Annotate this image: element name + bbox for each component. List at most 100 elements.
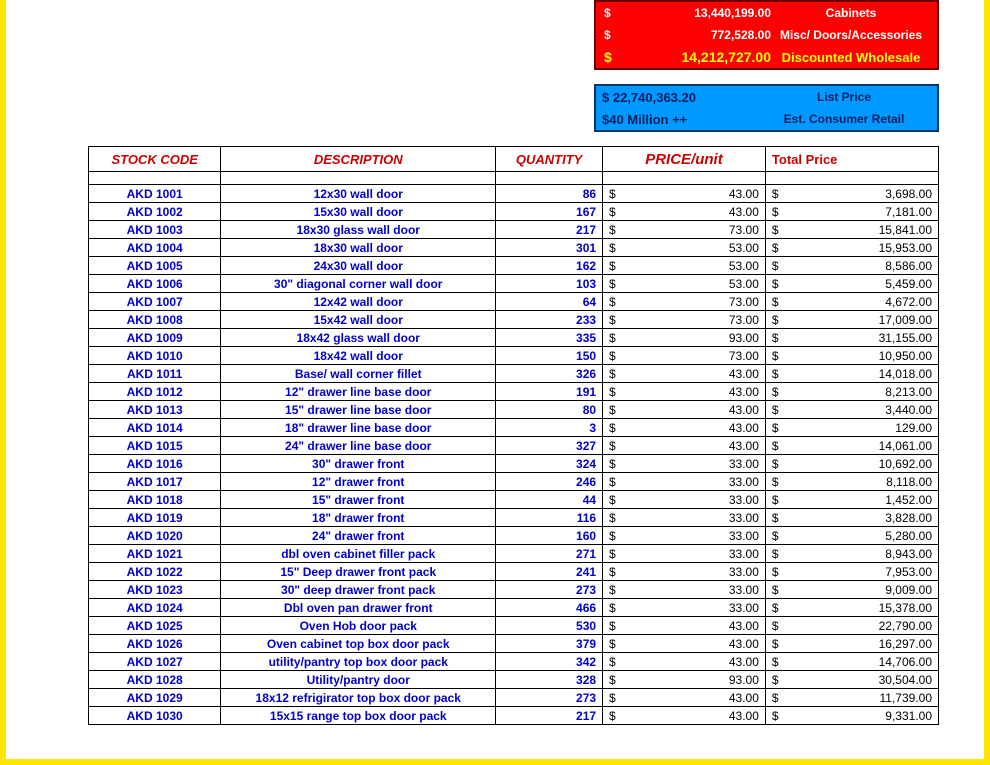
cell-desc: 30" drawer front <box>221 455 496 473</box>
cell-code: AKD 1012 <box>89 383 221 401</box>
table-row: AKD 100318x30 glass wall door217$73.00$1… <box>89 221 939 239</box>
table-row: AKD 102330" deep drawer front pack273$33… <box>89 581 939 599</box>
cell-desc: 18x42 glass wall door <box>221 329 496 347</box>
cell-desc: Dbl oven pan drawer front <box>221 599 496 617</box>
cell-total: $22,790.00 <box>765 617 938 635</box>
cell-code: AKD 1011 <box>89 365 221 383</box>
table-row: AKD 102918x12 refrigirator top box door … <box>89 689 939 707</box>
cell-desc: 12x30 wall door <box>221 185 496 203</box>
cell-desc: 12x42 wall door <box>221 293 496 311</box>
header-row: STOCK CODE DESCRIPTION QUANTITY PRICE/un… <box>89 147 939 172</box>
cell-price: $33.00 <box>603 563 766 581</box>
cell-qty: 162 <box>496 257 603 275</box>
cell-desc: Utility/pantry door <box>221 671 496 689</box>
cell-qty: 116 <box>496 509 603 527</box>
cell-price: $43.00 <box>603 401 766 419</box>
summary-panel: $13,440,199.00Cabinets$772,528.00Misc/ D… <box>594 0 939 132</box>
cell-total: $7,181.00 <box>765 203 938 221</box>
cell-price: $73.00 <box>603 347 766 365</box>
cell-desc: 18x12 refrigirator top box door pack <box>221 689 496 707</box>
cell-qty: 273 <box>496 581 603 599</box>
cell-qty: 326 <box>496 365 603 383</box>
cell-total: $14,018.00 <box>765 365 938 383</box>
cell-desc: 15" Deep drawer front pack <box>221 563 496 581</box>
cell-total: $9,331.00 <box>765 707 938 725</box>
cell-qty: 160 <box>496 527 603 545</box>
currency-symbol: $ <box>602 6 616 20</box>
cell-price: $73.00 <box>603 221 766 239</box>
cell-total: $5,280.00 <box>765 527 938 545</box>
table-row: AKD 101315" drawer line base door80$43.0… <box>89 401 939 419</box>
cell-price: $33.00 <box>603 581 766 599</box>
table-row: AKD 1027utility/pantry top box door pack… <box>89 653 939 671</box>
cell-code: AKD 1010 <box>89 347 221 365</box>
cell-code: AKD 1020 <box>89 527 221 545</box>
cell-desc: 18x42 wall door <box>221 347 496 365</box>
cell-desc: 15" drawer line base door <box>221 401 496 419</box>
cell-price: $43.00 <box>603 653 766 671</box>
summary-amount: 13,440,199.00 <box>616 6 771 20</box>
cell-qty: 342 <box>496 653 603 671</box>
summary-amount: 14,212,727.00 <box>616 49 771 65</box>
cell-code: AKD 1002 <box>89 203 221 221</box>
cell-price: $43.00 <box>603 185 766 203</box>
cell-desc: 18" drawer front <box>221 509 496 527</box>
summary-label: Discounted Wholesale <box>771 50 931 65</box>
cell-desc: 12" drawer front <box>221 473 496 491</box>
cell-price: $43.00 <box>603 635 766 653</box>
cell-qty: 217 <box>496 221 603 239</box>
cell-code: AKD 1001 <box>89 185 221 203</box>
cell-price: $33.00 <box>603 545 766 563</box>
cell-total: $8,586.00 <box>765 257 938 275</box>
cell-code: AKD 1029 <box>89 689 221 707</box>
cell-desc: 24x30 wall door <box>221 257 496 275</box>
cell-qty: 150 <box>496 347 603 365</box>
cell-qty: 466 <box>496 599 603 617</box>
summary-amount: $40 Million ++ <box>602 112 757 127</box>
cell-desc: Oven cabinet top box door pack <box>221 635 496 653</box>
cell-qty: 328 <box>496 671 603 689</box>
cell-code: AKD 1030 <box>89 707 221 725</box>
cell-code: AKD 1024 <box>89 599 221 617</box>
cell-code: AKD 1008 <box>89 311 221 329</box>
table-row: AKD 101418" drawer line base door3$43.00… <box>89 419 939 437</box>
cell-qty: 271 <box>496 545 603 563</box>
cell-desc: utility/pantry top box door pack <box>221 653 496 671</box>
currency-symbol: $ <box>602 28 616 42</box>
spacer-row <box>89 172 939 185</box>
cell-total: $3,440.00 <box>765 401 938 419</box>
table-row: AKD 1028Utility/pantry door328$93.00$30,… <box>89 671 939 689</box>
cell-price: $33.00 <box>603 599 766 617</box>
cell-code: AKD 1014 <box>89 419 221 437</box>
cell-qty: 44 <box>496 491 603 509</box>
header-code: STOCK CODE <box>89 147 221 172</box>
cell-code: AKD 1021 <box>89 545 221 563</box>
table-row: AKD 100524x30 wall door162$53.00$8,586.0… <box>89 257 939 275</box>
cell-desc: Base/ wall corner fillet <box>221 365 496 383</box>
cell-price: $43.00 <box>603 707 766 725</box>
cell-qty: 80 <box>496 401 603 419</box>
cell-price: $43.00 <box>603 689 766 707</box>
summary-label: Cabinets <box>771 6 931 20</box>
cell-desc: 15" drawer front <box>221 491 496 509</box>
summary-label: Misc/ Doors/Accessories <box>771 28 931 42</box>
table-row: AKD 1025Oven Hob door pack530$43.00$22,7… <box>89 617 939 635</box>
cell-desc: Oven Hob door pack <box>221 617 496 635</box>
cell-total: $4,672.00 <box>765 293 938 311</box>
cell-qty: 217 <box>496 707 603 725</box>
cell-desc: 15x42 wall door <box>221 311 496 329</box>
cell-price: $43.00 <box>603 437 766 455</box>
cell-total: $3,698.00 <box>765 185 938 203</box>
cell-total: $30,504.00 <box>765 671 938 689</box>
cell-price: $43.00 <box>603 203 766 221</box>
cell-qty: 3 <box>496 419 603 437</box>
cell-code: AKD 1022 <box>89 563 221 581</box>
cell-code: AKD 1017 <box>89 473 221 491</box>
table-row: AKD 101918" drawer front116$33.00$3,828.… <box>89 509 939 527</box>
cell-total: $8,943.00 <box>765 545 938 563</box>
page: $13,440,199.00Cabinets$772,528.00Misc/ D… <box>0 0 990 765</box>
cell-price: $53.00 <box>603 257 766 275</box>
table-row: AKD 101018x42 wall door150$73.00$10,950.… <box>89 347 939 365</box>
cell-price: $43.00 <box>603 365 766 383</box>
cell-price: $93.00 <box>603 671 766 689</box>
